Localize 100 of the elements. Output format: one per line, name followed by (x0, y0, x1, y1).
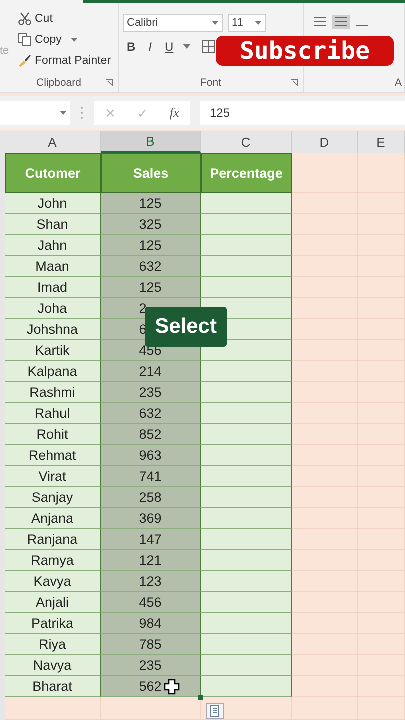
table-cell: 125 (101, 277, 201, 298)
caret-icon (212, 21, 219, 25)
table-cell: Sanjay (5, 487, 101, 508)
brush-icon (18, 54, 32, 68)
table-cell: Patrika (5, 613, 101, 634)
table-cell: Anjana (5, 508, 101, 529)
font-family-field[interactable]: Calibri (123, 14, 223, 32)
subscribe-badge: Subscribe (216, 36, 394, 66)
table-cell: 258 (101, 487, 201, 508)
caret-icon (255, 21, 262, 25)
table-cell: Rahul (5, 403, 101, 424)
table-cell: 785 (101, 634, 201, 655)
caret-icon (60, 111, 67, 115)
table-cell: Bharat (5, 676, 101, 697)
table-cell (292, 361, 358, 382)
table-cell: 963 (101, 445, 201, 466)
table-cell (292, 445, 358, 466)
table-cell (292, 235, 358, 256)
table-cell (292, 634, 358, 655)
table-cell: 632 (101, 256, 201, 277)
underline-button[interactable]: U (161, 40, 178, 54)
font-size-field[interactable]: 11 (228, 14, 266, 32)
table-cell (292, 340, 358, 361)
cut-button[interactable]: Cut (18, 10, 112, 27)
launcher-icon[interactable] (291, 79, 298, 86)
header-cell: Sales (101, 153, 201, 193)
table-cell (292, 214, 358, 235)
table-cell: Johshna (5, 319, 101, 340)
cursor-icon (164, 679, 180, 695)
table-cell (292, 193, 358, 214)
table-cell (292, 592, 358, 613)
table-cell: Kavya (5, 571, 101, 592)
format-painter-button[interactable]: Format Painter (18, 52, 112, 69)
formula-field[interactable]: 125 (200, 101, 405, 125)
group-label: Clipboard (36, 77, 82, 89)
table-cell: 147 (101, 529, 201, 550)
group-label: Font (200, 77, 222, 89)
table-cell: Ramya (5, 550, 101, 571)
table-cell: Kartik (5, 340, 101, 361)
table-cell: 235 (101, 655, 201, 676)
table-cell (292, 655, 358, 676)
table-cell: Riya (5, 634, 101, 655)
table-cell (292, 382, 358, 403)
column-header[interactable]: E (358, 131, 405, 153)
italic-button[interactable]: I (144, 40, 156, 54)
table-cell (292, 153, 358, 193)
table-cell (358, 153, 405, 193)
caret-icon[interactable] (182, 44, 191, 50)
table-cell (292, 403, 358, 424)
copy-button[interactable]: Copy (18, 31, 112, 48)
scissors-icon (18, 12, 32, 26)
table-cell (292, 508, 358, 529)
table-cell (292, 256, 358, 277)
table-cell: Joha (5, 298, 101, 319)
column-header[interactable]: D (292, 131, 358, 153)
insert-function-button[interactable]: fx (166, 105, 184, 121)
grip-icon (80, 106, 84, 120)
table-cell: Navya (5, 655, 101, 676)
select-caption: Select (145, 307, 227, 347)
launcher-icon[interactable] (106, 79, 113, 86)
table-cell: 125 (101, 235, 201, 256)
table-cell: 125 (101, 193, 201, 214)
group-label: A (394, 77, 402, 89)
caret-icon (70, 38, 78, 42)
row-header[interactable] (0, 697, 5, 720)
table-cell (292, 466, 358, 487)
table-cell: Shan (5, 214, 101, 235)
table-cell: 984 (101, 613, 201, 634)
table-cell: Rohit (5, 424, 101, 445)
table-cell (292, 277, 358, 298)
header-cell: Percentage (201, 153, 292, 193)
header-cell: Cutomer (5, 153, 101, 193)
fill-handle[interactable] (198, 695, 203, 700)
table-cell (292, 676, 358, 697)
column-header[interactable]: B (101, 131, 201, 153)
table-cell: Anjali (5, 592, 101, 613)
borders-icon[interactable] (202, 40, 216, 54)
table-cell: Virat (5, 466, 101, 487)
table-cell: Jahn (5, 235, 101, 256)
table-cell: 741 (101, 466, 201, 487)
paste-options-icon[interactable] (206, 703, 224, 719)
table-cell: 562 (101, 676, 201, 697)
table-cell: Rashmi (5, 382, 101, 403)
table-cell: 121 (101, 550, 201, 571)
column-header[interactable]: A (5, 131, 101, 153)
table-cell (292, 697, 358, 720)
table-cell: Ranjana (5, 529, 101, 550)
table-cell (292, 571, 358, 592)
name-box[interactable] (0, 101, 70, 125)
table-cell: 235 (101, 382, 201, 403)
table-cell: 214 (101, 361, 201, 382)
table-cell: 456 (101, 592, 201, 613)
table-cell (292, 424, 358, 445)
table-cell (292, 487, 358, 508)
table-cell: 852 (101, 424, 201, 445)
column-header[interactable]: C (201, 131, 292, 153)
bold-button[interactable]: B (123, 40, 140, 54)
table-cell (292, 529, 358, 550)
table-cell: John (5, 193, 101, 214)
table-cell (292, 298, 358, 319)
